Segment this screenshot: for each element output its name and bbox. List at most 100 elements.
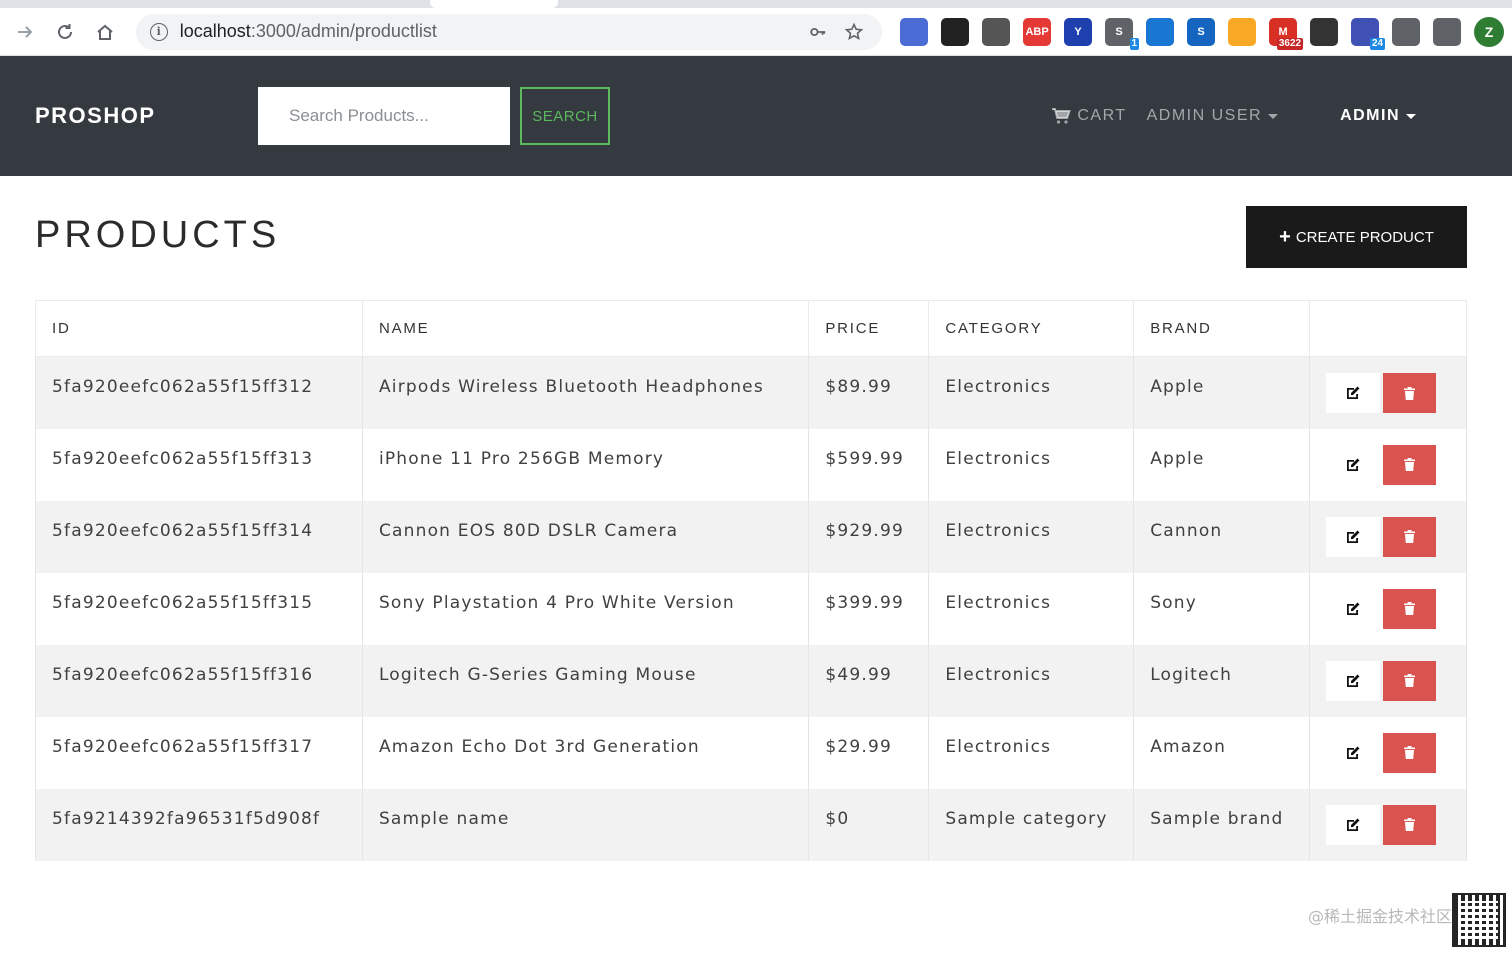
reload-icon[interactable] [48,15,82,49]
extension-label: S [1115,25,1123,38]
watermark-text: @稀土掘金技术社区 [1307,907,1452,926]
search-button[interactable]: SEARCH [520,87,610,145]
trash-icon [1404,746,1416,759]
table-body: 5fa920eefc062a55f15ff312 Airpods Wireless… [35,356,1467,861]
edit-product-button[interactable] [1326,373,1381,413]
ext-download-icon[interactable] [1146,17,1175,46]
edit-product-button[interactable] [1326,444,1381,485]
cell-category: Sample category [928,788,1135,861]
cell-name: Amazon Echo Dot 3rd Generation [361,716,810,789]
delete-product-button[interactable] [1383,588,1437,629]
ext-cat-icon[interactable] [1228,17,1257,46]
cell-name: Sample name [361,788,810,861]
ext-grad-icon[interactable]: 24 [1351,17,1386,50]
ext-s-blue-icon[interactable]: S [1187,17,1216,46]
extension-badge: 24 [1369,37,1386,50]
edit-icon [1347,746,1360,759]
ext-y-icon[interactable]: Y [1064,17,1093,46]
column-header-actions [1309,300,1467,357]
cell-category: Electronics [928,572,1135,645]
admin-menu-label: ADMIN [1340,107,1400,124]
forward-icon[interactable] [8,15,42,49]
cell-name: Logitech G-Series Gaming Mouse [361,644,810,717]
cell-name: Cannon EOS 80D DSLR Camera [361,500,810,573]
cell-price: $89.99 [808,356,930,429]
edit-icon [1347,458,1360,471]
table-row: 5fa920eefc062a55f15ff312 Airpods Wireless… [35,356,1467,429]
ext-gmail-icon[interactable]: M 3622 [1269,17,1304,50]
delete-product-button[interactable] [1383,444,1437,485]
user-menu-dropdown[interactable]: ADMIN USER [1147,107,1279,125]
qr-code-icon [1452,893,1506,947]
cell-price: $599.99 [808,428,930,501]
cell-price: $29.99 [808,716,930,789]
cell-id: 5fa920eefc062a55f15ff314 [35,500,363,573]
ext-glasses-icon[interactable] [941,17,970,46]
table-row: 5fa920eefc062a55f15ff316 Logitech G-Serie… [35,644,1467,717]
key-icon[interactable] [804,18,832,46]
trash-icon [1404,602,1416,615]
delete-product-button[interactable] [1383,516,1437,557]
table-header: ID NAME PRICE CATEGORY BRAND [35,300,1467,357]
cell-brand: Sample brand [1133,788,1311,861]
edit-product-button[interactable] [1326,804,1381,845]
url-path: :3000/admin/productlist [250,21,437,41]
delete-product-button[interactable] [1383,660,1437,701]
ext-s-icon[interactable]: S1 [1105,17,1140,50]
cell-id: 5fa920eefc062a55f15ff316 [35,644,363,717]
cell-price: $49.99 [808,644,930,717]
cart-label: CART [1077,107,1127,124]
ext-recycle-icon[interactable] [982,17,1011,46]
address-url[interactable]: localhost:3000/admin/productlist [180,21,796,42]
create-product-label: CREATE PRODUCT [1295,228,1434,246]
app-navbar: PROSHOP SEARCH CART ADMIN USER ADMIN [0,56,1512,176]
table-row: 5fa920eefc062a55f15ff313 iPhone 11 Pro 25… [35,428,1467,501]
cell-actions [1309,500,1467,573]
ext-puzzle-icon[interactable] [1392,17,1421,46]
edit-product-button[interactable] [1326,588,1381,629]
edit-icon [1347,386,1360,399]
column-header-price: PRICE [808,300,930,357]
bookmark-star-icon[interactable] [840,18,868,46]
cell-actions [1309,644,1467,717]
home-icon[interactable] [88,15,122,49]
edit-product-button[interactable] [1326,516,1381,557]
cell-id: 5fa920eefc062a55f15ff317 [35,716,363,789]
edit-icon [1347,602,1360,615]
edit-icon [1347,530,1360,543]
site-info-icon[interactable]: i [149,22,168,41]
cell-category: Electronics [928,500,1135,573]
cell-price: $0 [808,788,930,861]
ext-qr-icon[interactable] [1310,17,1339,46]
browser-active-tab[interactable] [430,0,558,8]
cart-icon [1052,108,1072,124]
url-host: localhost [179,21,251,41]
chevron-down-icon [1406,113,1416,119]
ext-playlist-icon[interactable] [1433,17,1462,46]
extension-label: ABP [1025,25,1049,38]
admin-menu-dropdown[interactable]: ADMIN [1340,107,1416,125]
delete-product-button[interactable] [1383,804,1437,845]
cell-category: Electronics [928,356,1135,429]
ext-abp-icon[interactable]: ABP [1023,17,1052,46]
cart-link[interactable]: CART [1052,107,1126,125]
delete-product-button[interactable] [1383,373,1437,413]
cell-actions [1309,788,1467,861]
profile-avatar[interactable]: Z [1474,16,1504,47]
cell-id: 5fa920eefc062a55f15ff315 [35,572,363,645]
cell-id: 5fa920eefc062a55f15ff313 [35,428,363,501]
column-header-brand: BRAND [1133,300,1311,357]
create-product-button[interactable]: + CREATE PRODUCT [1246,206,1467,268]
cell-id: 5fa9214392fa96531f5d908f [35,788,363,861]
cell-category: Electronics [928,716,1135,789]
cell-actions [1309,356,1467,429]
ext-mirror-icon[interactable] [900,17,929,46]
edit-product-button[interactable] [1326,732,1381,773]
table-row: 5fa9214392fa96531f5d908f Sample name $0 Sam… [35,788,1467,861]
edit-product-button[interactable] [1326,660,1381,701]
address-bar[interactable]: i localhost:3000/admin/productlist [135,13,883,50]
search-input[interactable] [258,87,510,145]
brand-logo[interactable]: PROSHOP [35,103,258,129]
delete-product-button[interactable] [1383,732,1437,773]
table-row: 5fa920eefc062a55f15ff315 Sony Playstation… [35,572,1467,645]
